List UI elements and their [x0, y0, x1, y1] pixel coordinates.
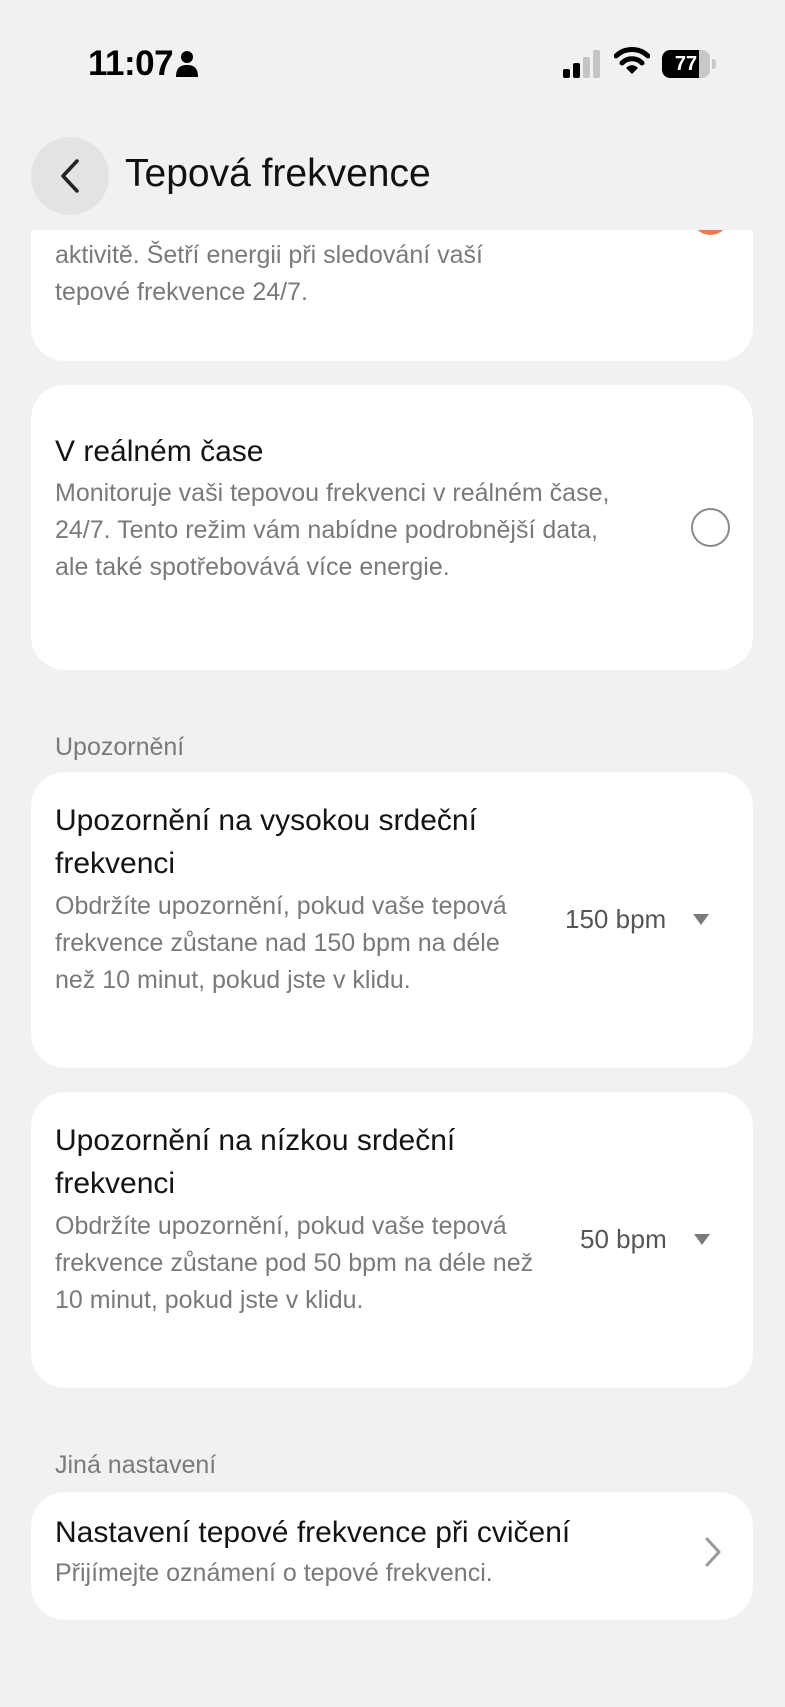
- caret-down-icon: [693, 1234, 710, 1245]
- threshold-value: 150 bpm: [565, 904, 667, 934]
- mode-desc: aktivitě. Šetří energii při sledování va…: [55, 241, 483, 306]
- battery-level: 77: [674, 53, 698, 75]
- wifi-icon: [614, 47, 650, 74]
- person-icon: [176, 51, 198, 77]
- mode-card-realtime[interactable]: V reálném čase Monitoruje vaši tepovou f…: [31, 385, 753, 670]
- alert-title: Upozornění na nízkou srdeční frekvenci: [55, 1124, 456, 1200]
- app-header: Tepová frekvence: [0, 120, 785, 230]
- alert-desc: Obdržíte upozornění, pokud vaše tepová f…: [55, 1212, 534, 1314]
- mode-radio[interactable]: [691, 508, 730, 547]
- screen: 11:07 77 Tepová frekvence aktivitě. Šetř…: [0, 0, 785, 1707]
- low-threshold-select[interactable]: 50 bpm: [580, 1224, 710, 1255]
- page-title: Tepová frekvence: [125, 152, 431, 195]
- section-label-other: Jiná nastavení: [55, 1451, 217, 1479]
- mode-desc: Monitoruje vaši tepovou frekvenci v reál…: [55, 479, 610, 581]
- settings-desc: Přijímejte oznámení o tepové frekvenci.: [55, 1559, 493, 1587]
- low-heart-rate-alert[interactable]: Upozornění na nízkou srdeční frekvenci O…: [31, 1092, 753, 1388]
- back-button[interactable]: [31, 137, 109, 215]
- section-label-alerts: Upozornění: [55, 733, 185, 761]
- threshold-value: 50 bpm: [580, 1224, 667, 1254]
- alert-title: Upozornění na vysokou srdeční frekvenci: [55, 804, 477, 880]
- alert-desc: Obdržíte upozornění, pokud vaše tepová f…: [55, 892, 507, 994]
- chevron-left-icon: [61, 159, 79, 193]
- mode-title: V reálném čase: [55, 435, 264, 468]
- chevron-right-icon: [705, 1537, 721, 1567]
- battery-icon: 77: [662, 50, 716, 78]
- status-time: 11:07: [88, 44, 174, 83]
- caret-down-icon: [693, 914, 710, 925]
- exercise-heart-rate-settings[interactable]: Nastavení tepové frekvence při cvičení P…: [31, 1492, 753, 1620]
- high-heart-rate-alert[interactable]: Upozornění na vysokou srdeční frekvenci …: [31, 772, 753, 1068]
- cellular-signal-icon: [563, 50, 600, 78]
- status-bar: 11:07 77: [0, 0, 785, 120]
- high-threshold-select[interactable]: 150 bpm: [565, 904, 710, 935]
- settings-title: Nastavení tepové frekvence při cvičení: [55, 1516, 571, 1549]
